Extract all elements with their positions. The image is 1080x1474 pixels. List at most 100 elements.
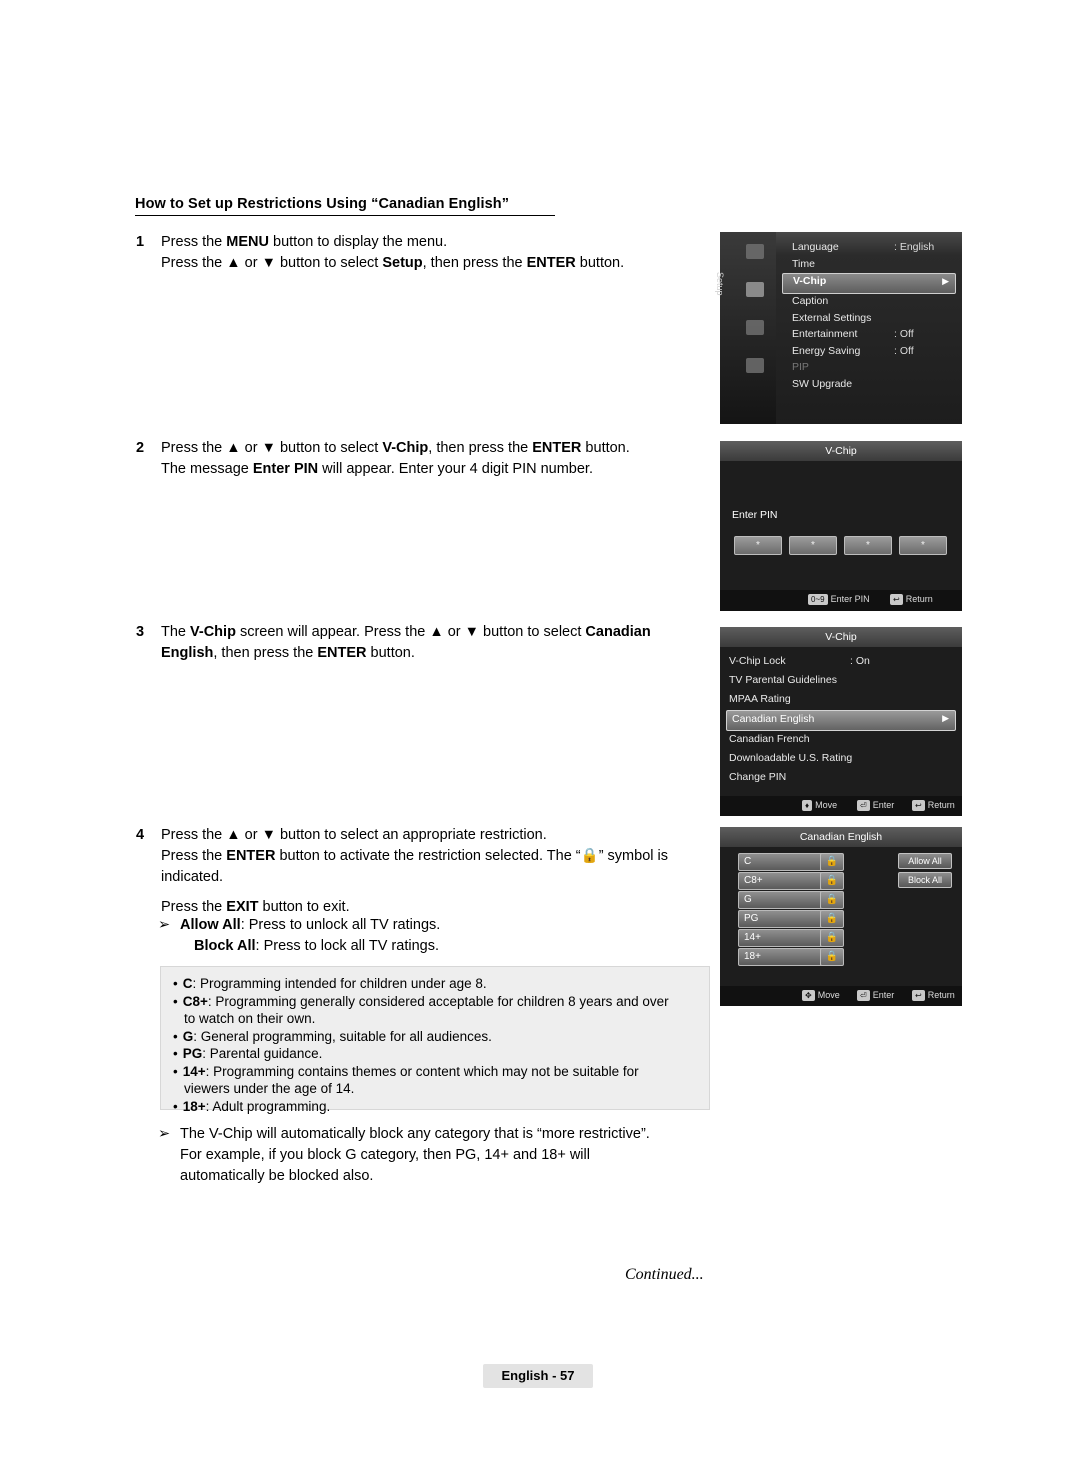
- osd-hint-label: Move: [817, 990, 840, 1000]
- osd-pin-body: Enter PIN * * * *: [720, 461, 962, 590]
- osd-menu-item-label: Language: [792, 241, 839, 253]
- list-item: to watch on their own.: [184, 1011, 316, 1026]
- osd-vchip-menu: V-Chip V-Chip Lock : On TV Parental Guidel…: [720, 627, 962, 816]
- osd-hint-label: Enter: [872, 800, 895, 810]
- arrow-bullet-icon: ➢: [158, 917, 171, 933]
- osd-menu-item-label: TV Parental Guidelines: [729, 674, 837, 686]
- text-line: [161, 888, 716, 897]
- osd-menu-item[interactable]: Change PIN: [720, 769, 962, 788]
- step-4-body: Press the ▲ or ▼ button to select an app…: [161, 825, 716, 918]
- rating-lock-cell[interactable]: 🔒: [820, 910, 844, 928]
- osd-menu-item[interactable]: PIP: [782, 360, 956, 377]
- pin-digit-3[interactable]: *: [844, 536, 892, 555]
- vchip-auto-block-body: The V-Chip will automatically block any …: [180, 1124, 718, 1187]
- text-line: Press the ENTER button to activate the r…: [161, 848, 668, 864]
- text-line: The V-Chip will automatically block any …: [180, 1126, 650, 1142]
- osd-hint: ↩ Return: [890, 594, 933, 605]
- text-line: Press the ▲ or ▼ button to select V-Chip…: [161, 440, 630, 456]
- osd-menu-item-label: PIP: [792, 361, 809, 373]
- rating-row[interactable]: C 🔒 Allow All: [720, 853, 962, 871]
- osd-menu-item[interactable]: Downloadable U.S. Rating: [720, 750, 962, 769]
- block-all-button[interactable]: Block All: [898, 872, 952, 888]
- osd-hint-label: Enter: [872, 990, 895, 1000]
- pin-digit-4[interactable]: *: [899, 536, 947, 555]
- osd-menu-item[interactable]: Entertainment : Off: [782, 327, 956, 344]
- osd-menu-item-label: Canadian English: [732, 713, 815, 725]
- osd-pin-footer: 0~9 Enter PIN ↩ Return: [720, 590, 962, 611]
- osd-menu-item-label: SW Upgrade: [792, 377, 853, 390]
- rating-row[interactable]: G 🔒: [720, 891, 962, 909]
- pin-digit-2[interactable]: *: [789, 536, 837, 555]
- lock-icon: 🔒: [825, 951, 839, 962]
- osd-menu-item-label: Entertainment: [792, 328, 858, 340]
- lock-icon: 🔒: [825, 856, 839, 867]
- osd-vchip-title: V-Chip: [720, 627, 962, 647]
- osd-menu-item[interactable]: TV Parental Guidelines: [720, 672, 962, 691]
- allow-all-button[interactable]: Allow All: [898, 853, 952, 869]
- rating-lock-cell[interactable]: 🔒: [820, 853, 844, 871]
- osd-menu-item-label: V-Chip Lock: [729, 655, 786, 667]
- rating-row[interactable]: 14+ 🔒: [720, 929, 962, 947]
- osd-menu-item[interactable]: V-Chip ▶: [782, 273, 956, 294]
- osd-menu-item-value: : Off: [894, 344, 914, 357]
- pin-digit-1[interactable]: *: [734, 536, 782, 555]
- osd-menu-item-value: : Off: [894, 328, 914, 340]
- ratings-definition-list: • C: Programming intended for children un…: [161, 967, 709, 1115]
- osd-menu-item[interactable]: Language: English: [782, 240, 956, 257]
- osd-menu-item[interactable]: Time: [782, 257, 956, 274]
- osd-menu-item[interactable]: Caption: [782, 294, 956, 311]
- osd-menu-item[interactable]: SW Upgrade: [782, 377, 956, 394]
- osd-setup-iconbar: Setup: [715, 232, 776, 424]
- osd-canadian-footer: ✥ Move ⏎ Enter ↩ Return: [720, 986, 962, 1006]
- rating-row[interactable]: C8+ 🔒 Block All: [720, 872, 962, 890]
- osd-menu-item-label: Canadian French: [729, 733, 810, 745]
- picture-icon: [746, 244, 764, 259]
- step-3-body: The V-Chip screen will appear. Press the…: [161, 622, 706, 664]
- osd-enter-pin: V-Chip Enter PIN * * * * 0~9 Enter PIN ↩ Retur…: [720, 441, 962, 611]
- list-item: • G: General programming, suitable for al…: [173, 1028, 492, 1044]
- osd-menu-item[interactable]: V-Chip Lock : On: [720, 653, 962, 672]
- step-1-number: 1: [136, 234, 145, 250]
- chevron-right-icon: ▶: [942, 713, 949, 723]
- bullet-icon: •: [173, 993, 178, 1009]
- osd-menu-item[interactable]: Energy Saving: Off: [782, 344, 956, 361]
- text-line: Block All: Press to lock all TV ratings.: [194, 938, 439, 954]
- osd-setup-menu: Setup Language: English Time V-Chip ▶ Captio…: [715, 232, 962, 424]
- osd-menu-item[interactable]: Canadian English ▶: [726, 710, 956, 731]
- bullet-icon: •: [173, 1063, 178, 1079]
- osd-vchip-footer: ♦ Move ⏎ Enter ↩ Return: [720, 796, 962, 816]
- osd-hint-label: Enter PIN: [830, 594, 870, 604]
- rating-label: 14+: [738, 929, 823, 947]
- bullet-icon: •: [173, 976, 178, 991]
- key-icon: ✥: [802, 990, 815, 1001]
- text-line: Press the ▲ or ▼ button to select Setup,…: [161, 255, 625, 271]
- osd-menu-item[interactable]: Canadian French: [720, 731, 962, 750]
- rating-lock-cell[interactable]: 🔒: [820, 891, 844, 909]
- list-item: • PG: Parental guidance.: [173, 1046, 323, 1061]
- bullet-icon: •: [173, 1098, 178, 1114]
- step-4-number: 4: [136, 827, 145, 843]
- text-line: English, then press the ENTER button.: [161, 645, 415, 661]
- rating-lock-cell[interactable]: 🔒: [820, 872, 844, 890]
- osd-vchip-rows: V-Chip Lock : On TV Parental Guidelines MPA…: [720, 647, 962, 796]
- pin-digit-boxes[interactable]: * * * *: [734, 535, 954, 555]
- allow-block-note-body: Allow All: Press to unlock all TV rating…: [180, 915, 698, 957]
- ratings-definition-box: • C: Programming intended for children un…: [160, 966, 710, 1114]
- osd-menu-item-value: : On: [850, 655, 870, 667]
- osd-hint-label: Move: [815, 800, 838, 810]
- osd-hint: ⏎ Enter: [857, 800, 894, 811]
- rating-lock-cell[interactable]: 🔒: [820, 929, 844, 947]
- rating-lock-cell[interactable]: 🔒: [820, 948, 844, 966]
- osd-hint: 0~9 Enter PIN: [808, 594, 870, 605]
- rating-label: C8+: [738, 872, 823, 890]
- key-icon: ↩: [912, 990, 925, 1001]
- arrow-bullet-icon-2: ➢: [158, 1126, 171, 1142]
- step-1-body: Press the MENU button to display the men…: [161, 232, 696, 274]
- osd-canadian-english: Canadian English C 🔒 Allow All C8+ 🔒 Block Al…: [720, 827, 962, 1006]
- osd-menu-item[interactable]: External Settings: [782, 311, 956, 328]
- osd-menu-item[interactable]: MPAA Rating: [720, 691, 962, 710]
- rating-row[interactable]: PG 🔒: [720, 910, 962, 928]
- osd-setup-side-label: Setup: [715, 272, 725, 296]
- step-4: 4 Press the ▲ or ▼ button to select an a…: [136, 825, 716, 918]
- rating-row[interactable]: 18+ 🔒: [720, 948, 962, 966]
